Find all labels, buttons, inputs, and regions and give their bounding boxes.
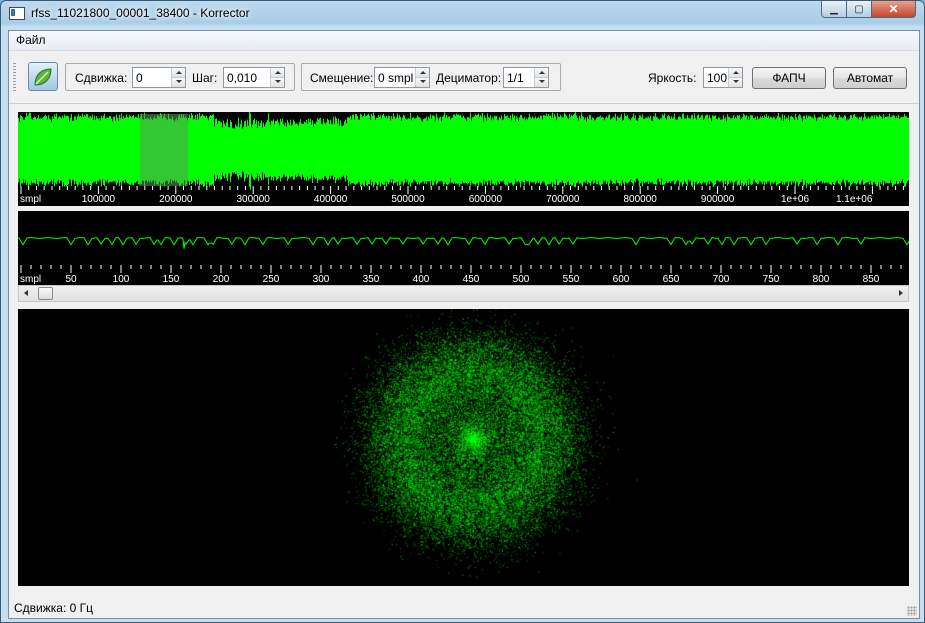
detail-tick-label: 150: [163, 274, 180, 285]
offset-down-arrow[interactable]: [416, 78, 429, 87]
detail-tick-label: 50: [65, 274, 77, 285]
minimize-button[interactable]: ▁: [821, 1, 847, 18]
detail-tick-label: 300: [313, 274, 330, 285]
shift-up-arrow[interactable]: [172, 68, 185, 78]
overview-ticks: [20, 186, 904, 194]
detail-tick-label: 250: [263, 274, 280, 285]
scroll-left-icon[interactable]: [19, 286, 34, 301]
detail-horizontal-scrollbar[interactable]: [18, 285, 909, 302]
offset-value: 0 smpl: [378, 71, 414, 85]
shift-down-arrow[interactable]: [172, 78, 185, 87]
client-area: Файл Сдвижка: 0 Шаг: 0,010 Смещение: 0 s…: [8, 30, 920, 619]
scroll-thumb[interactable]: [38, 287, 53, 300]
overview-tick-label: 500000: [391, 194, 425, 205]
status-bar: Сдвижка: 0 Гц: [9, 595, 919, 618]
step-up-arrow[interactable]: [271, 68, 284, 78]
overview-tick-label: 1.1e+06: [836, 194, 873, 205]
waveform-overview: smpl 100000 200000 300000 400000 500000 60000…: [18, 112, 909, 205]
detail-ticks: [20, 265, 902, 273]
maximize-icon: ▢: [854, 3, 864, 15]
detail-tick-label: 200: [213, 274, 230, 285]
minimize-icon: ▁: [830, 3, 838, 15]
main-window: rfss_11021800_00001_38400 - Korrector ▁ …: [0, 0, 925, 623]
overview-tick-label: 600000: [469, 194, 503, 205]
status-text: Сдвижка: 0 Гц: [14, 601, 94, 615]
brightness-label: Яркость:: [648, 71, 697, 85]
detail-tick-label: 500: [513, 274, 530, 285]
auto-button[interactable]: Автомат: [833, 67, 907, 89]
overview-tick-label: 200000: [159, 194, 193, 205]
step-value: 0,010: [227, 71, 258, 85]
detail-tick-label: 750: [763, 274, 780, 285]
brightness-spinbox[interactable]: 100: [703, 67, 743, 88]
menu-bar: Файл: [9, 31, 919, 51]
offset-label: Смещение:: [310, 71, 374, 85]
overview-tick-label: 400000: [314, 194, 348, 205]
decimator-up-arrow[interactable]: [535, 68, 548, 78]
step-label: Шаг:: [192, 71, 218, 85]
close-icon: ✕: [888, 2, 899, 16]
detail-tick-label: 800: [813, 274, 830, 285]
shift-group: Сдвижка: 0 Шаг: 0,010: [65, 63, 295, 91]
detail-axis-unit: smpl: [20, 274, 41, 285]
selection-window[interactable]: [140, 114, 188, 186]
overview-axis-unit: smpl: [20, 194, 41, 205]
pll-button[interactable]: ФАПЧ: [752, 67, 826, 89]
detail-tick-label: 650: [663, 274, 680, 285]
title-bar[interactable]: rfss_11021800_00001_38400 - Korrector ▁ …: [1, 1, 924, 25]
detail-tick-label: 600: [613, 274, 630, 285]
shift-spinbox[interactable]: 0: [132, 67, 186, 88]
shift-label: Сдвижка:: [75, 71, 128, 85]
step-spinbox[interactable]: 0,010: [223, 67, 285, 88]
waveform-overview-panel[interactable]: smpl 100000 200000 300000 400000 500000 60000…: [18, 112, 909, 206]
close-button[interactable]: ✕: [872, 1, 916, 18]
offset-spinbox[interactable]: 0 smpl: [374, 67, 430, 88]
overview-tick-label: 100000: [82, 194, 116, 205]
caption-buttons: ▁ ▢ ✕: [821, 1, 916, 19]
menu-file[interactable]: Файл: [16, 33, 46, 47]
app-icon: [9, 7, 25, 20]
shift-value: 0: [136, 71, 143, 85]
offset-up-arrow[interactable]: [416, 68, 429, 78]
detail-tick-label: 850: [863, 274, 880, 285]
decimator-down-arrow[interactable]: [535, 78, 548, 87]
detail-signal: [18, 237, 909, 249]
resize-grip[interactable]: [907, 606, 917, 616]
leaf-button[interactable]: [28, 62, 58, 91]
constellation-panel: [18, 309, 909, 586]
waveform-detail-panel[interactable]: smpl 50 100 150 200 250 300 350 400 450 500 550 600…: [18, 211, 909, 285]
offset-group: Смещение: 0 smpl Дециматор: 1/1: [301, 63, 561, 91]
detail-tick-label: 700: [713, 274, 730, 285]
decimator-spinbox[interactable]: 1/1: [503, 67, 549, 88]
overview-tick-label: 700000: [546, 194, 580, 205]
brightness-down-arrow[interactable]: [729, 78, 742, 87]
window-title: rfss_11021800_00001_38400 - Korrector: [31, 6, 250, 20]
scroll-right-icon[interactable]: [893, 286, 908, 301]
overview-tick-label: 800000: [624, 194, 658, 205]
decimator-label: Дециматор:: [436, 71, 502, 85]
leaf-icon: [34, 68, 52, 86]
overview-tick-label: 900000: [701, 194, 735, 205]
decimator-value: 1/1: [507, 71, 524, 85]
waveform-detail: smpl 50 100 150 200 250 300 350 400 450 500 550 600…: [18, 237, 909, 285]
detail-tick-label: 450: [463, 274, 480, 285]
toolbar: Сдвижка: 0 Шаг: 0,010 Смещение: 0 smpl Д…: [9, 51, 919, 104]
overview-tick-label: 300000: [237, 194, 271, 205]
detail-tick-label: 550: [563, 274, 580, 285]
constellation-plot: [18, 309, 909, 586]
detail-tick-label: 100: [113, 274, 130, 285]
step-down-arrow[interactable]: [271, 78, 284, 87]
maximize-button[interactable]: ▢: [847, 1, 872, 18]
detail-tick-label: 350: [363, 274, 380, 285]
toolbar-grip[interactable]: [13, 63, 16, 91]
overview-tick-label: 1e+06: [781, 194, 810, 205]
brightness-up-arrow[interactable]: [729, 68, 742, 78]
detail-tick-label: 400: [413, 274, 430, 285]
brightness-value: 100: [707, 71, 728, 85]
